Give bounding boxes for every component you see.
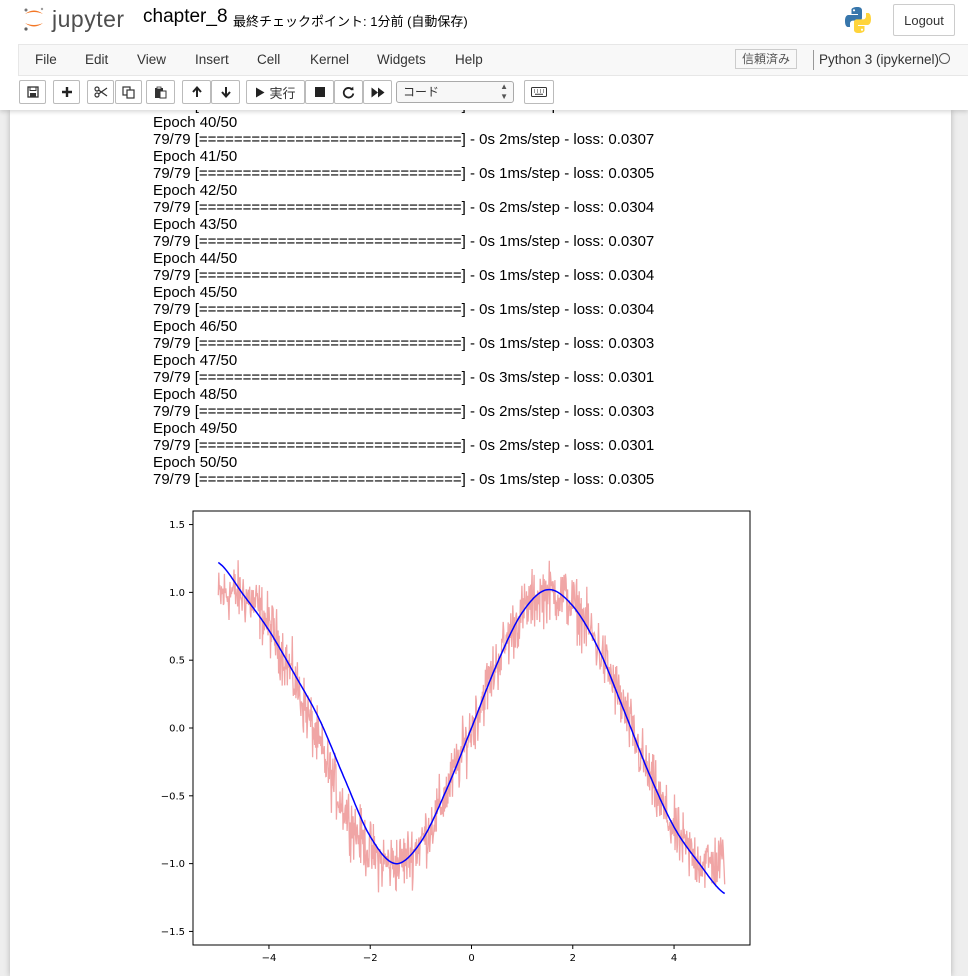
menu-edit[interactable]: Edit <box>85 52 108 67</box>
kernel-separator <box>813 50 814 70</box>
command-palette-button[interactable] <box>524 80 554 104</box>
menu-help[interactable]: Help <box>455 52 483 67</box>
epoch-line: Epoch 42/50 <box>153 182 238 199</box>
notebook-header: jupyter chapter_8 最終チェックポイント: 1分前 (自動保存)… <box>0 0 968 110</box>
menubar: File Edit View Insert Cell Kernel Widget… <box>18 44 968 76</box>
epoch-line: Epoch 48/50 <box>153 386 238 403</box>
progress-line: 79/79 [==============================] -… <box>153 131 655 148</box>
progress-line: 79/79 [==============================] -… <box>153 403 655 420</box>
y-tick-label: −0.5 <box>161 791 185 802</box>
move-up-button[interactable] <box>182 80 211 104</box>
kernel-status-icon <box>939 53 950 64</box>
y-tick-label: −1.5 <box>161 927 185 938</box>
menu-cell[interactable]: Cell <box>257 52 280 67</box>
notebook-container: 79/79 [==============================] -… <box>10 110 951 976</box>
y-tick-label: 0.5 <box>169 656 185 667</box>
arrow-down-icon <box>220 87 231 98</box>
arrow-up-icon <box>191 86 202 97</box>
restart-run-all-button[interactable] <box>363 80 392 104</box>
jupyter-logo-text: jupyter <box>52 5 125 32</box>
stop-icon <box>314 87 325 97</box>
fast-forward-icon <box>371 87 384 97</box>
cell-type-select[interactable]: コード ▲ ▼ <box>396 81 514 103</box>
trusted-badge[interactable]: 信頼済み <box>735 49 798 69</box>
epoch-line: Epoch 41/50 <box>153 148 238 165</box>
epoch-line: Epoch 45/50 <box>153 284 238 301</box>
epoch-line: Epoch 43/50 <box>153 216 238 233</box>
restart-button[interactable] <box>334 80 363 104</box>
progress-line: 79/79 [==============================] -… <box>153 335 655 352</box>
progress-line: 79/79 [==============================] -… <box>153 199 655 216</box>
epoch-line: Epoch 44/50 <box>153 250 238 267</box>
cut-icon <box>93 86 107 98</box>
jupyter-logo-icon <box>24 7 44 31</box>
progress-line: 79/79 [==============================] -… <box>153 471 655 488</box>
menu-file[interactable]: File <box>35 52 57 67</box>
epoch-line: Epoch 47/50 <box>153 352 238 369</box>
interrupt-button[interactable] <box>305 80 334 104</box>
progress-line: 79/79 [==============================] -… <box>153 233 655 250</box>
plot-output: −4 −2 0 2 4 1.5 1.0 0.5 0.0 −0.5 −1.0 −1.5 <box>161 510 751 964</box>
checkpoint-status: 最終チェックポイント: 1分前 (自動保存) <box>233 14 468 29</box>
x-tick-label: −4 <box>262 953 277 964</box>
y-tick-label: −1.0 <box>161 859 185 870</box>
menu-insert[interactable]: Insert <box>195 52 229 67</box>
x-tick-label: 0 <box>468 953 474 964</box>
kernel-name[interactable]: Python 3 (ipykernel) <box>819 52 939 67</box>
logout-button[interactable]: Logout <box>893 4 955 36</box>
progress-line: 79/79 [==============================] -… <box>153 369 655 386</box>
paste-button[interactable] <box>146 80 175 104</box>
jupyter-logo[interactable]: jupyter <box>22 5 125 33</box>
run-label: 実行 <box>269 85 296 101</box>
y-tick-label: 1.0 <box>169 588 185 599</box>
y-tick-label: 1.5 <box>169 520 185 531</box>
save-icon <box>26 86 39 98</box>
progress-line: 79/79 [==============================] -… <box>153 437 655 454</box>
keyboard-icon <box>531 87 547 97</box>
copy-button[interactable] <box>115 80 142 104</box>
progress-line: 79/79 [==============================] -… <box>153 165 655 182</box>
cell-output-text: 79/79 [==============================] -… <box>153 110 853 488</box>
run-button[interactable]: 実行 <box>246 80 305 104</box>
epoch-line: Epoch 50/50 <box>153 454 238 471</box>
notebook-title[interactable]: chapter_8 <box>143 6 228 28</box>
cell-type-value: コード <box>403 85 440 99</box>
insert-cell-button[interactable] <box>53 80 80 104</box>
menu-widgets[interactable]: Widgets <box>377 52 426 67</box>
python-logo-icon <box>843 5 873 40</box>
run-icon <box>256 87 265 97</box>
prediction-series <box>217 561 726 895</box>
plus-icon <box>61 87 72 97</box>
menu-view[interactable]: View <box>137 52 166 67</box>
x-tick-label: −2 <box>363 953 378 964</box>
save-button[interactable] <box>19 80 46 104</box>
y-tick-label: 0.0 <box>169 724 185 735</box>
cut-button[interactable] <box>87 80 114 104</box>
restart-icon <box>342 86 355 98</box>
x-tick-label: 4 <box>671 953 677 964</box>
x-tick-label: 2 <box>570 953 576 964</box>
menu-kernel[interactable]: Kernel <box>310 52 349 67</box>
move-down-button[interactable] <box>211 80 240 104</box>
progress-line: 79/79 [==============================] -… <box>153 301 655 318</box>
progress-line: 79/79 [==============================] -… <box>153 267 655 284</box>
epoch-line: Epoch 49/50 <box>153 420 238 437</box>
paste-icon <box>155 86 167 98</box>
copy-icon <box>122 85 135 99</box>
epoch-line: Epoch 46/50 <box>153 318 238 335</box>
epoch-line: Epoch 40/50 <box>153 114 238 131</box>
select-arrows-icon: ▲ ▼ <box>500 82 508 101</box>
